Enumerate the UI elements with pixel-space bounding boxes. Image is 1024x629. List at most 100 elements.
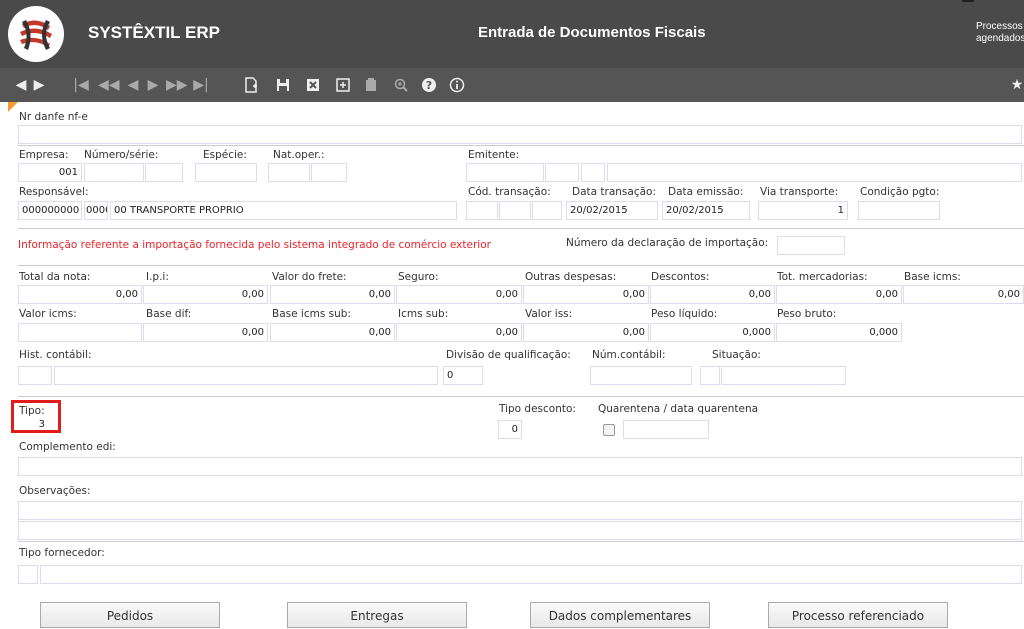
via-transporte-field[interactable]: 1 xyxy=(758,201,848,220)
empresa-field[interactable]: 001 xyxy=(18,163,82,182)
star-icon[interactable]: ★ xyxy=(1010,74,1024,96)
nat-oper-uf-field[interactable] xyxy=(311,163,347,182)
last-record-icon[interactable]: ▶| xyxy=(192,74,210,96)
serie-field[interactable] xyxy=(145,163,183,182)
peso-bruto-label: Peso bruto: xyxy=(777,308,837,320)
arrow-left-icon[interactable]: ◀ xyxy=(14,74,28,96)
responsavel-code-field[interactable]: 000000000 xyxy=(18,201,82,220)
info-icon[interactable] xyxy=(448,74,466,96)
situacao-desc-field[interactable] xyxy=(721,366,846,385)
ipi-field[interactable]: 0,00 xyxy=(143,285,268,304)
hist-contabil-desc-field[interactable] xyxy=(54,366,438,385)
pedidos-button[interactable]: Pedidos xyxy=(40,602,220,628)
valor-icms-field[interactable] xyxy=(18,323,142,342)
peso-liquido-label: Peso líquido: xyxy=(651,308,718,320)
cod-transacao-field[interactable] xyxy=(466,201,498,220)
situacao-code-field[interactable] xyxy=(700,366,720,385)
import-info-warning: Informação referente a importação fornec… xyxy=(18,239,491,251)
cod-transacao3-field[interactable] xyxy=(532,201,562,220)
descontos-label: Descontos: xyxy=(651,271,710,283)
data-quarentena-field[interactable] xyxy=(623,420,709,439)
base-dif-label: Base dif: xyxy=(146,308,192,320)
divisao-field[interactable]: 0 xyxy=(443,366,483,385)
total-nota-field[interactable]: 0,00 xyxy=(18,285,142,304)
delete-icon[interactable] xyxy=(304,74,322,96)
observacoes-field-1[interactable] xyxy=(18,501,1022,520)
observacoes-label: Observações: xyxy=(19,485,91,497)
total-nota-label: Total da nota: xyxy=(19,271,91,283)
cod-transacao2-field[interactable] xyxy=(499,201,531,220)
descontos-field[interactable]: 0,00 xyxy=(650,285,775,304)
save-icon[interactable] xyxy=(274,74,292,96)
add-detail-icon[interactable] xyxy=(334,74,352,96)
emitente-name-field[interactable] xyxy=(607,163,1022,182)
seguro-field[interactable]: 0,00 xyxy=(396,285,522,304)
base-icms-field[interactable]: 0,00 xyxy=(903,285,1024,304)
divider xyxy=(18,396,1024,397)
condicao-pgto-field[interactable] xyxy=(858,201,940,220)
nr-danfe-field[interactable] xyxy=(18,125,1022,144)
num-declaracao-field[interactable] xyxy=(777,236,845,255)
prev-record-icon[interactable]: ◀ xyxy=(126,74,140,96)
responsavel-seq-field[interactable]: 0000 xyxy=(84,201,108,220)
minimize-icon[interactable] xyxy=(962,0,974,2)
corner-marker xyxy=(8,102,18,112)
entregas-button[interactable]: Entregas xyxy=(287,602,467,628)
help-icon[interactable]: ? xyxy=(420,74,438,96)
nat-oper-field[interactable] xyxy=(268,163,310,182)
divider xyxy=(18,541,1024,542)
num-contabil-field[interactable] xyxy=(590,366,692,385)
hist-contabil-code-field[interactable] xyxy=(18,366,52,385)
outras-despesas-label: Outras despesas: xyxy=(525,271,617,283)
dados-complementares-button[interactable]: Dados complementares xyxy=(530,602,710,628)
scheduled-processes-link[interactable]: Processos agendados xyxy=(976,21,1024,45)
data-emissao-field[interactable]: 20/02/2015 xyxy=(662,201,750,220)
divisao-label: Divisão de qualificação: xyxy=(446,349,571,361)
valor-frete-field[interactable]: 0,00 xyxy=(270,285,395,304)
icms-sub-label: Icms sub: xyxy=(398,308,449,320)
complemento-edi-field[interactable] xyxy=(18,457,1022,476)
new-record-icon[interactable] xyxy=(242,74,260,96)
peso-bruto-field[interactable]: 0,000 xyxy=(776,323,902,342)
arrow-right-icon[interactable]: ▶ xyxy=(32,74,46,96)
tot-mercadorias-label: Tot. mercadorias: xyxy=(777,271,868,283)
zoom-icon[interactable] xyxy=(392,74,410,96)
data-transacao-field[interactable]: 20/02/2015 xyxy=(566,201,658,220)
processo-referenciado-button[interactable]: Processo referenciado xyxy=(768,602,948,628)
base-dif-field[interactable]: 0,00 xyxy=(143,323,268,342)
emitente-cnpj1-field[interactable] xyxy=(466,163,544,182)
divider xyxy=(18,228,1024,229)
emitente-cnpj2-field[interactable] xyxy=(545,163,579,182)
valor-iss-field[interactable]: 0,00 xyxy=(523,323,649,342)
especie-field[interactable] xyxy=(195,163,257,182)
quarentena-label: Quarentena / data quarentena xyxy=(598,403,759,415)
prev-page-icon[interactable]: ◀◀ xyxy=(98,74,120,96)
first-record-icon[interactable]: |◀ xyxy=(72,74,90,96)
numero-serie-label: Número/série: xyxy=(84,149,159,161)
base-icms-sub-field[interactable]: 0,00 xyxy=(270,323,395,342)
peso-liquido-field[interactable]: 0,000 xyxy=(650,323,775,342)
tipo-fornecedor-code-field[interactable] xyxy=(18,565,38,584)
condicao-pgto-label: Condição pgto: xyxy=(860,186,940,198)
tipo-fornecedor-desc-field[interactable] xyxy=(40,565,1022,584)
quarentena-checkbox[interactable] xyxy=(603,424,615,436)
page-title: Entrada de Documentos Fiscais xyxy=(478,24,706,41)
valor-icms-label: Valor icms: xyxy=(19,308,77,320)
outras-despesas-field[interactable]: 0,00 xyxy=(523,285,649,304)
copy-icon[interactable] xyxy=(362,74,380,96)
icms-sub-field[interactable]: 0,00 xyxy=(396,323,522,342)
data-transacao-label: Data transação: xyxy=(572,186,657,198)
hist-contabil-label: Hist. contábil: xyxy=(19,349,92,361)
tipo-desconto-field[interactable]: 0 xyxy=(498,420,522,439)
tot-mercadorias-field[interactable]: 0,00 xyxy=(776,285,902,304)
complemento-edi-label: Complemento edi: xyxy=(19,441,116,453)
observacoes-field-2[interactable] xyxy=(18,521,1022,540)
next-page-icon[interactable]: ▶▶ xyxy=(166,74,188,96)
especie-label: Espécie: xyxy=(203,149,247,161)
data-emissao-label: Data emissão: xyxy=(668,186,744,198)
numero-field[interactable] xyxy=(84,163,144,182)
next-record-icon[interactable]: ▶ xyxy=(146,74,160,96)
nr-danfe-label: Nr danfe nf-e xyxy=(19,111,88,123)
emitente-cnpj3-field[interactable] xyxy=(581,163,605,182)
responsavel-name-field[interactable]: 00 TRANSPORTE PROPRIO xyxy=(110,201,457,220)
